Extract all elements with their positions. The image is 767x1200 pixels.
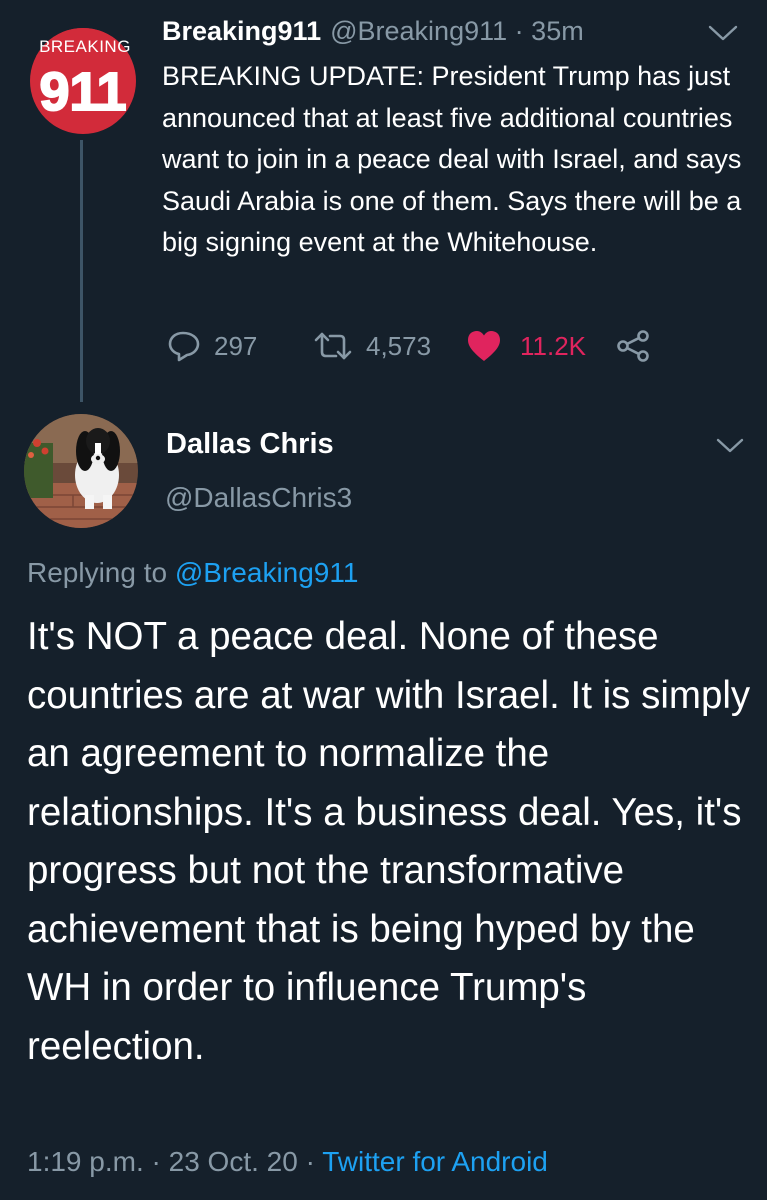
separator: · <box>514 16 524 46</box>
reply-button[interactable]: 297 <box>166 328 257 364</box>
dallas-chris-avatar[interactable] <box>23 413 139 529</box>
display-name[interactable]: Breaking911 <box>162 16 321 46</box>
retweet-button[interactable]: 4,573 <box>312 328 431 364</box>
replying-prefix: Replying to <box>27 557 168 588</box>
replying-to: Replying to @Breaking911 <box>27 557 358 589</box>
share-icon[interactable] <box>616 330 652 362</box>
separator: · <box>305 1146 315 1177</box>
retweet-icon <box>314 332 352 360</box>
mention-link[interactable]: @Breaking911 <box>175 557 359 588</box>
tweet-timestamp: 1:19 p.m. · 23 Oct. 20 · Twitter for And… <box>27 1146 548 1178</box>
reply-icon <box>168 331 200 362</box>
reply-count: 297 <box>214 330 258 361</box>
display-name[interactable]: Dallas Chris <box>166 428 334 461</box>
like-button[interactable]: 11.2K <box>466 328 586 364</box>
tweet-time[interactable]: 35m <box>531 16 584 46</box>
chevron-down-icon[interactable] <box>706 22 740 44</box>
like-count: 11.2K <box>520 330 587 361</box>
avatar-logo-top: BREAKING <box>39 37 131 56</box>
heart-icon <box>468 331 500 361</box>
handle[interactable]: @Breaking911 <box>330 16 507 46</box>
handle[interactable]: @DallasChris3 <box>165 482 352 514</box>
thread-connector-line <box>80 140 83 402</box>
tweet-header: Breaking911 @Breaking911 · 35m <box>162 16 584 47</box>
tweet-text: It's NOT a peace deal. None of these cou… <box>27 615 751 1068</box>
tweet-time[interactable]: 1:19 p.m. <box>27 1146 144 1177</box>
source-link[interactable]: Twitter for Android <box>322 1146 548 1177</box>
breaking911-avatar[interactable]: BREAKING 911 <box>23 28 143 134</box>
separator: · <box>151 1146 161 1177</box>
tweet-text: BREAKING UPDATE: President Trump has jus… <box>162 61 742 258</box>
chevron-down-icon[interactable] <box>714 436 746 456</box>
retweet-count: 4,573 <box>366 330 432 361</box>
avatar-logo-number: 911 <box>39 62 126 122</box>
tweet-date[interactable]: 23 Oct. 20 <box>169 1146 298 1177</box>
